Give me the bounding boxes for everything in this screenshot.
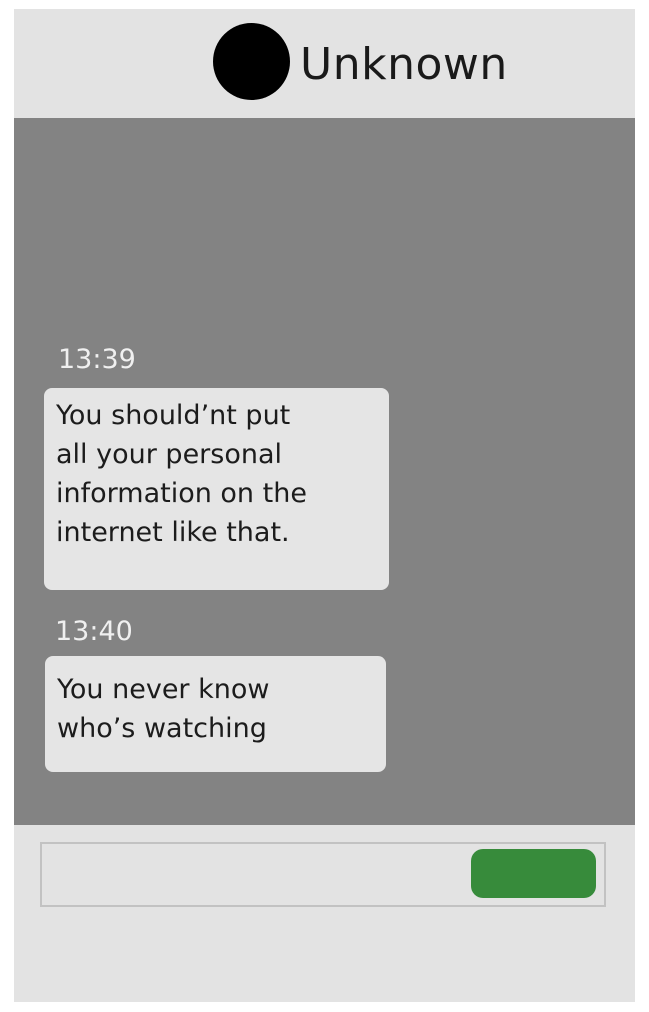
chat-header: Unknown — [14, 9, 635, 118]
compose-bar — [14, 825, 635, 1002]
message-thread[interactable]: 13:39 You should’nt put all your persona… — [14, 118, 635, 825]
message-timestamp: 13:39 — [58, 344, 136, 375]
message-timestamp: 13:40 — [55, 616, 133, 647]
contact-avatar[interactable] — [213, 23, 290, 100]
send-button[interactable] — [471, 849, 596, 898]
messaging-screen: Unknown 13:39 You should’nt put all your… — [14, 9, 635, 1002]
incoming-message-bubble: You never know who’s watching — [45, 656, 386, 772]
contact-name: Unknown — [300, 39, 508, 90]
incoming-message-bubble: You should’nt put all your personal info… — [44, 388, 389, 590]
